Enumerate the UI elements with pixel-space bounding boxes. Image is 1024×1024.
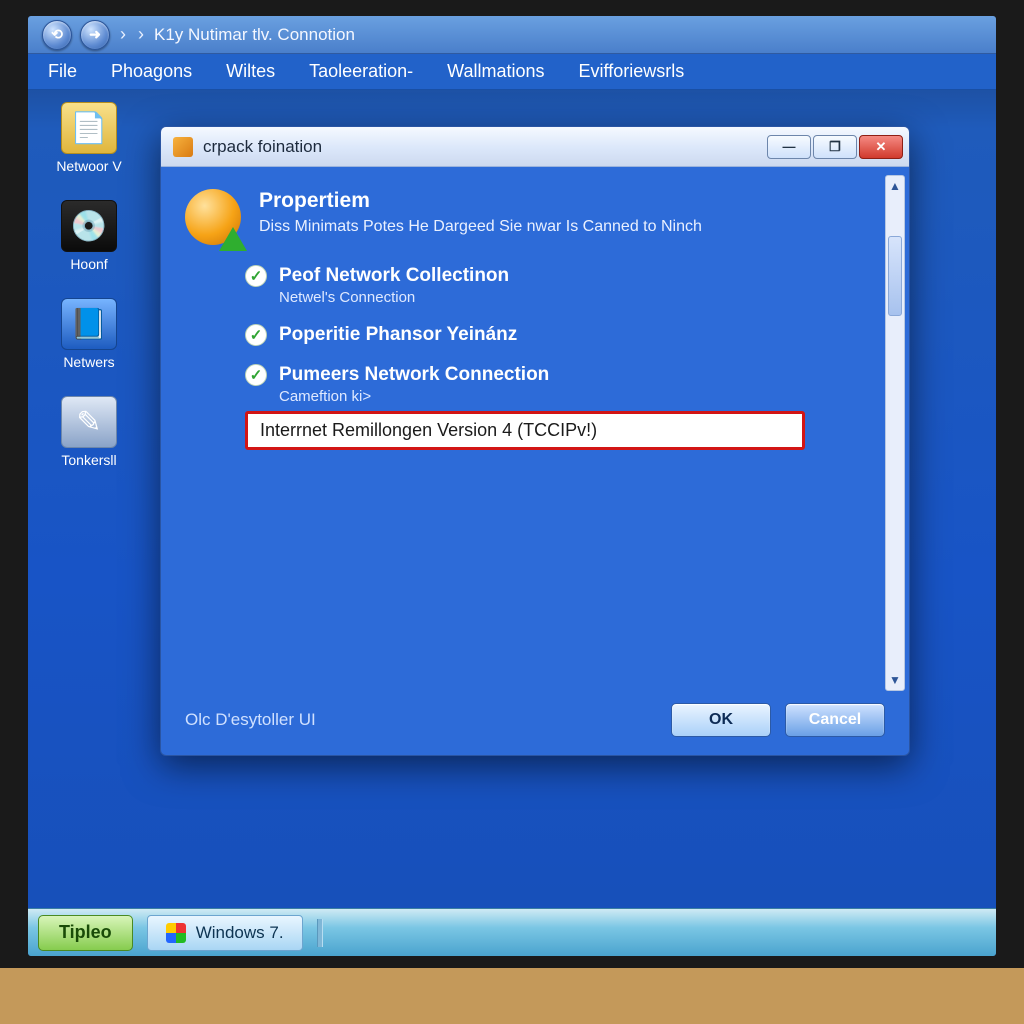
dialog-section-title: Propertiem <box>259 189 702 213</box>
ok-button[interactable]: OK <box>671 703 771 737</box>
nav-forward-button[interactable]: ➜ <box>80 20 110 50</box>
network-item-sub: Cameftion ki> <box>279 388 885 405</box>
cancel-button[interactable]: Cancel <box>785 703 885 737</box>
menu-item-5[interactable]: Wallmations <box>447 61 544 82</box>
close-button[interactable]: ✕ <box>859 135 903 159</box>
desktop-icon-column: 📄 Netwoor V 💿 Hoonf 📘 Netwers ✎ Tonkersl… <box>34 102 144 468</box>
taskbar: Tipleo Windows 7. <box>28 908 996 956</box>
windows-logo-icon <box>166 923 186 943</box>
menu-item-2[interactable]: Phoagons <box>111 61 192 82</box>
install-link[interactable]: Olc D'esytoller UI <box>185 710 316 730</box>
check-icon: ✓ <box>245 364 267 386</box>
lock-download-icon <box>185 189 241 245</box>
menu-file[interactable]: File <box>48 61 77 82</box>
breadcrumb-path[interactable]: K1y Nutimar tlv. Connotion <box>154 25 355 45</box>
menu-item-4[interactable]: Taoleeration- <box>309 61 413 82</box>
physical-desk-surface <box>0 968 1024 1024</box>
taskbar-app-button[interactable]: Windows 7. <box>147 915 303 951</box>
scroll-thumb[interactable] <box>888 236 902 316</box>
network-item[interactable]: ✓ Poperitie Phansor Yeinánz <box>245 324 885 346</box>
dialog-titlebar[interactable]: crpack foination — ❐ ✕ <box>161 127 909 167</box>
desktop-icon-netwers[interactable]: 📘 Netwers <box>61 298 117 370</box>
check-icon: ✓ <box>245 324 267 346</box>
menu-item-3[interactable]: Wiltes <box>226 61 275 82</box>
scroll-track[interactable] <box>886 196 904 670</box>
network-item-title: Poperitie Phansor Yeinánz <box>279 324 517 346</box>
dialog-body: Propertiem Diss Minimats Potes He Dargee… <box>161 167 909 755</box>
device-icon: 💿 <box>61 200 117 252</box>
taskbar-app-label: Windows 7. <box>196 923 284 943</box>
scroll-up-arrow-icon[interactable]: ▲ <box>886 176 904 196</box>
minimize-button[interactable]: — <box>767 135 811 159</box>
properties-dialog: crpack foination — ❐ ✕ Propertiem Diss M… <box>160 126 910 756</box>
taskbar-separator <box>317 919 323 947</box>
breadcrumb-chevron-icon: › <box>118 24 128 45</box>
nav-back-button[interactable]: ⟲ <box>42 20 72 50</box>
breadcrumb-chevron-icon: › <box>136 24 146 45</box>
tool-icon: ✎ <box>61 396 117 448</box>
dialog-title: crpack foination <box>203 137 322 157</box>
network-item-title: Peof Network Collectinon <box>279 265 509 287</box>
tcpip-v4-item-highlighted[interactable]: Interrnet Remillongen Version 4 (TCCIPv!… <box>245 411 805 450</box>
dialog-scrollbar[interactable]: ▲ ▼ <box>885 175 905 691</box>
explorer-address-bar: ⟲ ➜ › › K1y Nutimar tlv. Connotion <box>28 16 996 54</box>
menu-bar: File Phoagons Wiltes Taoleeration- Wallm… <box>28 54 996 90</box>
start-button[interactable]: Tipleo <box>38 915 133 951</box>
menu-item-6[interactable]: Evifforiewsrls <box>579 61 685 82</box>
desktop-icon-label: Netwoor V <box>56 158 121 174</box>
network-item[interactable]: ✓ Peof Network Collectinon Netwel's Conn… <box>245 265 885 306</box>
desktop-icon-tonkers[interactable]: ✎ Tonkersll <box>61 396 117 468</box>
network-item[interactable]: ✓ Pumeers Network Connection Cameftion k… <box>245 364 885 405</box>
desktop-icon-hoonf[interactable]: 💿 Hoonf <box>61 200 117 272</box>
desktop-icon-label: Hoonf <box>70 256 107 272</box>
scroll-down-arrow-icon[interactable]: ▼ <box>886 670 904 690</box>
network-item-sub: Netwel's Connection <box>279 289 885 306</box>
desktop-screen: ⟲ ➜ › › K1y Nutimar tlv. Connotion File … <box>28 16 996 956</box>
folder-icon: 📄 <box>61 102 117 154</box>
folder-icon: 📘 <box>61 298 117 350</box>
check-icon: ✓ <box>245 265 267 287</box>
maximize-button[interactable]: ❐ <box>813 135 857 159</box>
desktop-icon-network[interactable]: 📄 Netwoor V <box>56 102 121 174</box>
desktop-icon-label: Netwers <box>63 354 114 370</box>
dialog-app-icon <box>173 137 193 157</box>
network-items-list: ✓ Peof Network Collectinon Netwel's Conn… <box>245 265 885 405</box>
desktop-icon-label: Tonkersll <box>61 452 116 468</box>
network-item-title: Pumeers Network Connection <box>279 364 549 386</box>
dialog-section-subtitle: Diss Minimats Potes He Dargeed Sie nwar … <box>259 217 702 237</box>
